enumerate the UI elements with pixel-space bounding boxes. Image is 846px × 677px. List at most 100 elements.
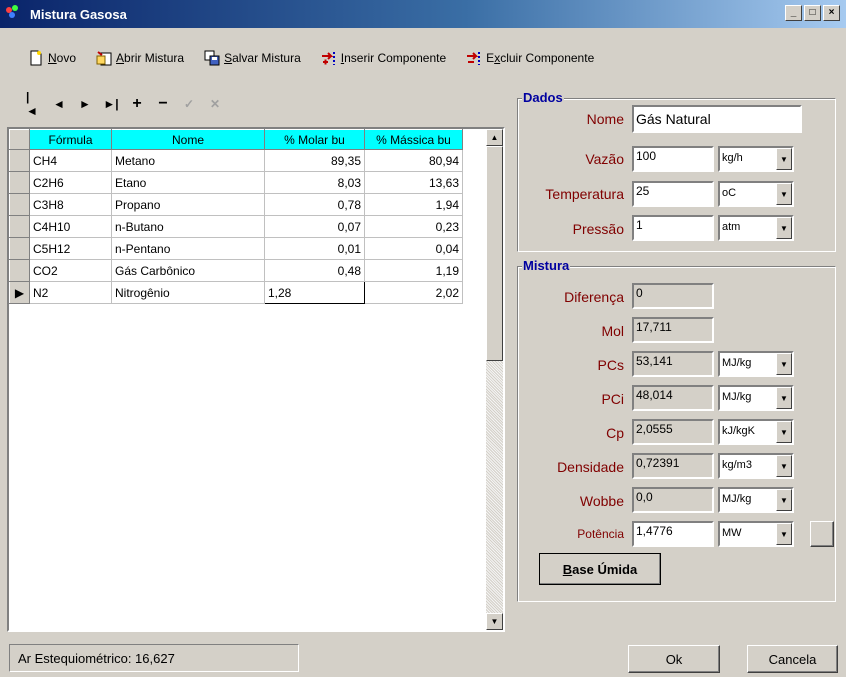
first-record-button[interactable]: |◄ (26, 90, 40, 118)
cell-nome[interactable]: Gás Carbônico (111, 259, 265, 282)
cell-formula[interactable]: C2H6 (29, 171, 112, 194)
diferenca-label: Diferença (564, 289, 624, 305)
row-indicator (9, 193, 30, 216)
header-formula[interactable]: Fórmula (29, 129, 112, 150)
next-record-button[interactable]: ► (78, 97, 92, 111)
cancela-button[interactable]: Cancela (747, 645, 838, 673)
densidade-unit-select[interactable]: kg/m3 ▼ (718, 453, 794, 479)
table-row[interactable]: C3H8 Propano 0,78 1,94 (9, 193, 463, 216)
chevron-down-icon[interactable]: ▼ (776, 217, 792, 239)
insert-row-icon (321, 50, 337, 66)
prior-record-button[interactable]: ◄ (52, 97, 66, 111)
cell-nome[interactable]: Nitrogênio (111, 281, 265, 304)
row-indicator (9, 149, 30, 172)
vazao-unit-select[interactable]: kg/h ▼ (718, 146, 794, 172)
table-row-current[interactable]: ▶ N2 Nitrogênio 1,28 2,02 (9, 281, 463, 304)
chevron-down-icon[interactable]: ▼ (776, 387, 792, 409)
pci-unit-select[interactable]: MJ/kg ▼ (718, 385, 794, 411)
ok-button[interactable]: Ok (628, 645, 720, 673)
chevron-down-icon[interactable]: ▼ (776, 421, 792, 443)
base-umida-label: ase Úmida (572, 561, 638, 577)
chevron-down-icon[interactable]: ▼ (776, 353, 792, 375)
cell-molar[interactable]: 0,01 (264, 237, 365, 260)
grid-vertical-scrollbar[interactable]: ▲ ▼ (486, 129, 503, 630)
cp-unit-select[interactable]: kJ/kgK ▼ (718, 419, 794, 445)
cell-nome[interactable]: Propano (111, 193, 265, 216)
delete-record-button[interactable]: − (156, 95, 170, 113)
chevron-down-icon[interactable]: ▼ (776, 489, 792, 511)
potencia-unit-select[interactable]: MW ▼ (718, 521, 794, 547)
title-bar[interactable]: Mistura Gasosa _ □ × (0, 0, 846, 28)
chevron-down-icon[interactable]: ▼ (776, 455, 792, 477)
scroll-down-arrow-icon[interactable]: ▼ (486, 613, 503, 630)
excluir-label: cluir Componente (500, 51, 595, 65)
table-row[interactable]: C5H12 n-Pentano 0,01 0,04 (9, 237, 463, 260)
pressao-unit-select[interactable]: atm ▼ (718, 215, 794, 241)
current-row-indicator: ▶ (9, 281, 30, 304)
cell-molar[interactable]: 0,07 (264, 215, 365, 238)
cell-massica[interactable]: 13,63 (364, 171, 463, 194)
cell-nome[interactable]: Etano (111, 171, 265, 194)
header-molar[interactable]: % Molar bu (264, 129, 365, 150)
vazao-input[interactable]: 100 (632, 146, 714, 172)
cell-massica[interactable]: 80,94 (364, 149, 463, 172)
cell-massica[interactable]: 2,02 (364, 281, 463, 304)
minimize-button[interactable]: _ (785, 5, 802, 21)
header-massica[interactable]: % Mássica bu (364, 129, 463, 150)
chevron-down-icon[interactable]: ▼ (776, 148, 792, 170)
cell-molar[interactable]: 0,48 (264, 259, 365, 282)
nome-input[interactable]: Gás Natural (632, 105, 802, 133)
novo-button[interactable]: Novo (28, 50, 76, 66)
inserir-componente-button[interactable]: Inserir Componente (321, 50, 446, 66)
last-record-button[interactable]: ►| (103, 97, 118, 111)
cell-molar[interactable]: 8,03 (264, 171, 365, 194)
cell-molar-editing[interactable]: 1,28 (264, 281, 365, 304)
table-row[interactable]: C2H6 Etano 8,03 13,63 (9, 171, 463, 194)
pcs-unit-select[interactable]: MJ/kg ▼ (718, 351, 794, 377)
table-row[interactable]: CO2 Gás Carbônico 0,48 1,19 (9, 259, 463, 282)
header-nome[interactable]: Nome (111, 129, 265, 150)
cell-molar[interactable]: 0,78 (264, 193, 365, 216)
potencia-unit-value: MW (722, 527, 742, 539)
cell-formula[interactable]: N2 (29, 281, 112, 304)
cell-massica[interactable]: 0,23 (364, 215, 463, 238)
cell-molar[interactable]: 89,35 (264, 149, 365, 172)
cell-formula[interactable]: C5H12 (29, 237, 112, 260)
cell-formula[interactable]: CO2 (29, 259, 112, 282)
chevron-down-icon[interactable]: ▼ (776, 523, 792, 545)
close-button[interactable]: × (823, 5, 840, 21)
base-umida-button[interactable]: Base Úmida (539, 553, 661, 585)
cell-massica[interactable]: 1,19 (364, 259, 463, 282)
cell-formula[interactable]: C4H10 (29, 215, 112, 238)
insert-record-button[interactable]: + (130, 95, 144, 113)
pressao-input[interactable]: 1 (632, 215, 714, 241)
cell-formula[interactable]: CH4 (29, 149, 112, 172)
table-row[interactable]: CH4 Metano 89,35 80,94 (9, 149, 463, 172)
cell-massica[interactable]: 0,04 (364, 237, 463, 260)
chevron-down-icon[interactable]: ▼ (776, 183, 792, 205)
novo-label: ovo (56, 51, 77, 65)
cell-nome[interactable]: n-Butano (111, 215, 265, 238)
table-row[interactable]: C4H10 n-Butano 0,07 0,23 (9, 215, 463, 238)
cell-formula[interactable]: C3H8 (29, 193, 112, 216)
scroll-thumb[interactable] (486, 146, 503, 361)
temperatura-unit-select[interactable]: oC ▼ (718, 181, 794, 207)
cell-massica[interactable]: 1,94 (364, 193, 463, 216)
salvar-mistura-button[interactable]: Salvar Mistura (204, 50, 301, 66)
abrir-mistura-button[interactable]: Abrir Mistura (96, 50, 184, 66)
components-grid[interactable]: Fórmula Nome % Molar bu % Mássica bu CH4… (7, 127, 505, 632)
cell-nome[interactable]: Metano (111, 149, 265, 172)
scroll-up-arrow-icon[interactable]: ▲ (486, 129, 503, 146)
mol-field: 17,711 (632, 317, 714, 343)
densidade-unit-value: kg/m3 (722, 459, 752, 471)
post-record-button[interactable]: ✓ (182, 97, 196, 111)
excluir-componente-button[interactable]: Ex cluir Componente (466, 50, 594, 66)
pcs-field: 53,141 (632, 351, 714, 377)
cell-nome[interactable]: n-Pentano (111, 237, 265, 260)
temperatura-input[interactable]: 25 (632, 181, 714, 207)
cancel-record-button[interactable]: ✕ (208, 97, 222, 111)
potencia-input[interactable]: 1,4776 (632, 521, 714, 547)
maximize-button[interactable]: □ (804, 5, 821, 21)
potencia-extra-button[interactable] (810, 521, 834, 547)
wobbe-unit-select[interactable]: MJ/kg ▼ (718, 487, 794, 513)
